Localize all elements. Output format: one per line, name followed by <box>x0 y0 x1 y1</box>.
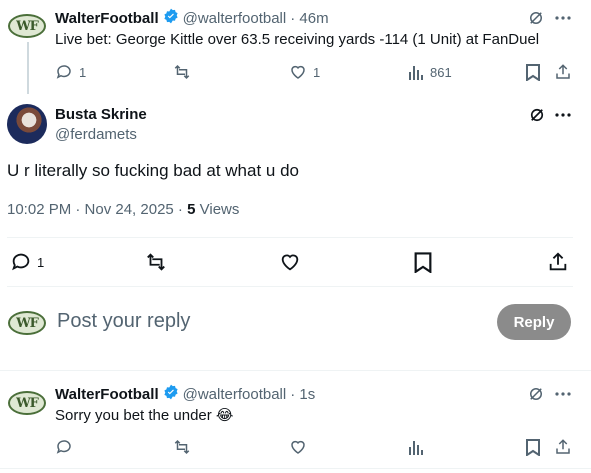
reply-author-name[interactable]: WalterFootball <box>55 386 159 403</box>
like-count: 1 <box>313 64 321 80</box>
divider <box>0 370 591 371</box>
reply-input[interactable]: Post your reply <box>57 310 190 333</box>
verified-badge-icon <box>163 384 179 405</box>
analytics-icon <box>408 63 424 81</box>
reply-icon[interactable] <box>55 438 73 456</box>
views-count: 5 <box>187 201 196 218</box>
view-count: 861 <box>430 64 452 80</box>
post-time[interactable]: · 46m <box>290 10 328 27</box>
like-action[interactable]: 1 <box>289 63 320 81</box>
heart-icon[interactable] <box>279 251 301 273</box>
post-metadata: 10:02 PM · Nov 24, 2025 · 5 Views <box>7 201 239 218</box>
author-name[interactable]: WalterFootball <box>55 10 159 27</box>
more-icon[interactable] <box>553 106 573 124</box>
views-action[interactable]: 861 <box>408 63 452 81</box>
reply-count: 1 <box>79 64 87 80</box>
composer-avatar: WF <box>8 311 46 335</box>
thread-line <box>27 42 29 94</box>
verified-badge-icon <box>163 8 179 29</box>
reply-icon <box>55 63 73 81</box>
repost-icon[interactable] <box>145 251 167 273</box>
grok-icon[interactable] <box>527 385 545 403</box>
walterfootball-avatar[interactable]: WF <box>8 391 46 415</box>
busta-skrine-avatar[interactable] <box>7 104 47 144</box>
share-icon[interactable] <box>547 251 569 273</box>
more-icon[interactable] <box>553 9 573 27</box>
repost-icon[interactable] <box>173 438 191 456</box>
reply-button[interactable]: Reply <box>497 304 571 340</box>
grok-icon[interactable] <box>528 106 546 124</box>
post-text: Live bet: George Kittle over 63.5 receiv… <box>55 31 540 48</box>
grok-icon[interactable] <box>527 9 545 27</box>
main-reply-action[interactable]: 1 <box>10 251 44 273</box>
reply-author-handle[interactable]: @walterfootball <box>183 386 287 403</box>
share-icon[interactable] <box>554 63 572 81</box>
bookmark-icon[interactable] <box>413 251 433 273</box>
views-label: Views <box>199 201 240 218</box>
share-icon[interactable] <box>554 438 572 456</box>
heart-icon[interactable] <box>289 438 307 456</box>
post-timestamp[interactable]: 10:02 PM · Nov 24, 2025 · <box>7 201 183 218</box>
walterfootball-avatar[interactable]: WF <box>8 14 46 38</box>
author-handle[interactable]: @walterfootball <box>183 10 287 27</box>
reply-post-text: Sorry you bet the under 😂 <box>55 407 234 424</box>
main-post-text: U r literally so fucking bad at what u d… <box>7 161 299 180</box>
heart-icon <box>289 63 307 81</box>
analytics-icon[interactable] <box>408 438 424 456</box>
divider <box>0 468 591 469</box>
main-author-handle[interactable]: @ferdamets <box>55 126 137 143</box>
repost-icon[interactable] <box>173 63 191 81</box>
bookmark-icon[interactable] <box>525 63 541 81</box>
reply-icon <box>10 251 32 273</box>
bookmark-icon[interactable] <box>525 438 541 456</box>
reply-action[interactable]: 1 <box>55 63 86 81</box>
divider <box>7 286 573 287</box>
divider <box>7 237 573 238</box>
main-author-name[interactable]: Busta Skrine <box>55 106 147 123</box>
reply-post-time[interactable]: · 1s <box>290 386 315 403</box>
more-icon[interactable] <box>553 385 573 403</box>
main-reply-count: 1 <box>37 254 45 270</box>
